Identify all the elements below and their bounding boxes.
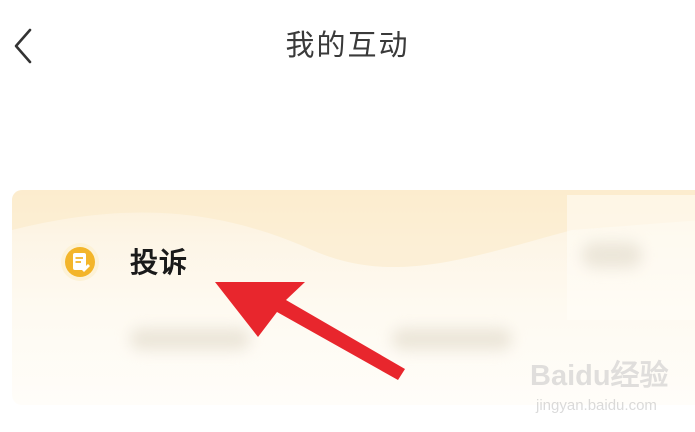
watermark-logo: Baidu经验 xyxy=(530,360,669,392)
complaint-label: 投诉 xyxy=(130,246,189,279)
watermark: Baidu经验 jingyan.baidu.com xyxy=(530,352,690,422)
page-title: 我的互动 xyxy=(285,28,410,62)
watermark-url: jingyan.baidu.com xyxy=(536,397,657,414)
blurred-content xyxy=(392,328,512,350)
blurred-content xyxy=(130,328,250,350)
document-edit-icon xyxy=(60,242,100,282)
header-bar: 我的互动 xyxy=(0,0,695,92)
blurred-content xyxy=(582,242,642,268)
